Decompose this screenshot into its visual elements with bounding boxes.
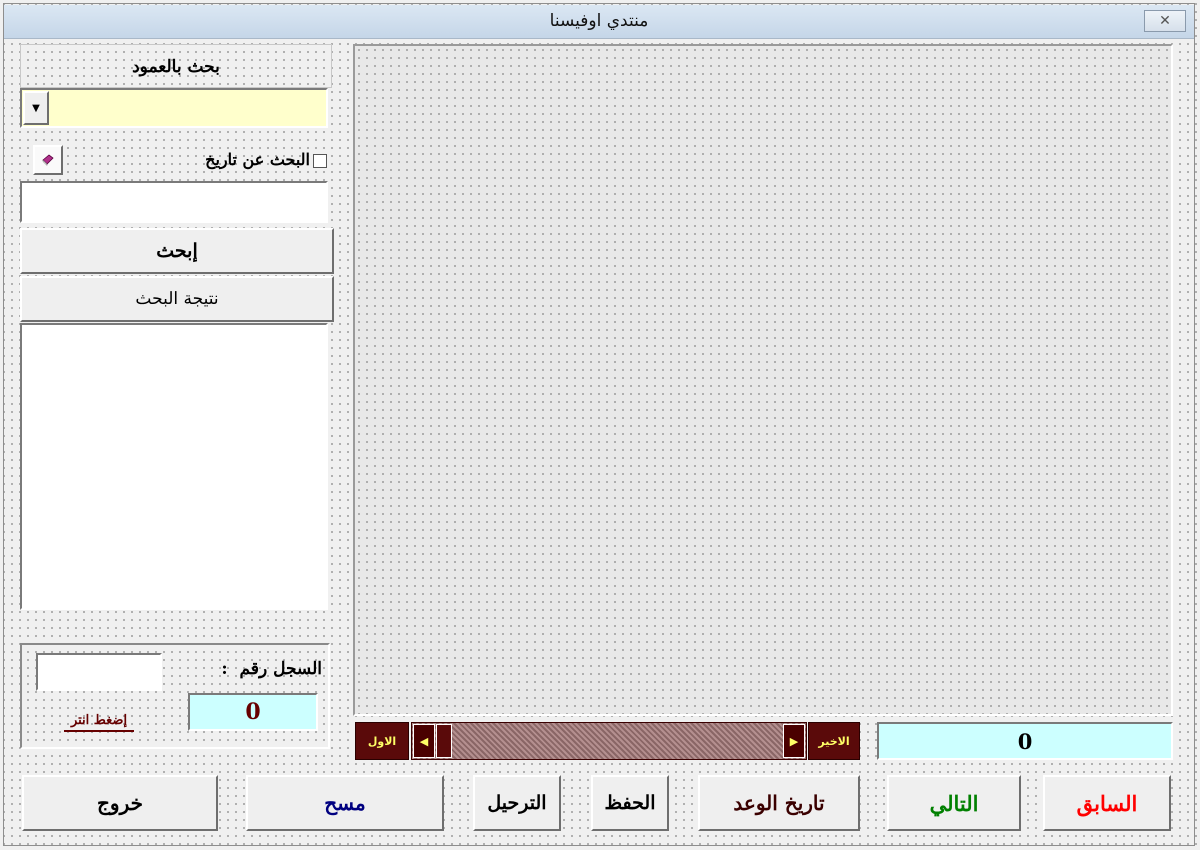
main-content-area (353, 44, 1173, 716)
record-counter: 0 (877, 722, 1173, 760)
scroll-right-button[interactable]: ▶ (783, 724, 805, 758)
last-record-label: الاخير (818, 734, 850, 748)
dropdown-button[interactable]: ▼ (23, 91, 49, 125)
record-number-input[interactable] (36, 653, 162, 691)
press-enter-link[interactable]: إضغط انتر (64, 713, 134, 732)
scroll-left-button[interactable]: ◀ (413, 724, 435, 758)
record-number-label: السجل رقم : (221, 659, 322, 679)
clear-button[interactable]: مسح (246, 775, 444, 831)
window-title: منتدي اوفيسنا (549, 11, 649, 31)
first-record-button[interactable]: الاول (355, 722, 409, 760)
record-number-value: 0 (245, 699, 261, 725)
clear-button-label: مسح (324, 791, 366, 815)
last-record-button[interactable]: الاخير (808, 722, 860, 760)
transfer-button-label: الترحيل (487, 792, 547, 814)
search-result-label: نتيجة البحث (135, 289, 219, 309)
title-bar: منتدي اوفيسنا ✕ (4, 5, 1194, 39)
column-search-combobox[interactable]: ▼ (20, 88, 328, 128)
chevron-down-icon: ▼ (32, 102, 40, 114)
scroll-thumb[interactable] (436, 724, 452, 758)
close-icon: ✕ (1159, 13, 1171, 29)
next-button-label: التالي (929, 790, 979, 816)
previous-button[interactable]: السابق (1043, 775, 1171, 831)
exit-button-label: خروج (97, 791, 143, 815)
column-search-header: بحث بالعمود (20, 44, 332, 88)
close-button[interactable]: ✕ (1144, 10, 1186, 32)
date-search-label: البحث عن تاريخ (205, 150, 310, 169)
save-button[interactable]: الحفظ (591, 775, 669, 831)
previous-button-label: السابق (1076, 790, 1138, 816)
next-button[interactable]: التالي (887, 775, 1021, 831)
search-button-label: إبحث (156, 240, 198, 262)
column-search-label: بحث بالعمود (132, 57, 220, 77)
record-panel: السجل رقم : 0 إضغط انتر (20, 643, 330, 749)
appointment-date-button[interactable]: تاريخ الوعد (698, 775, 860, 831)
first-record-label: الاول (367, 734, 397, 748)
left-arrow-icon: ◀ (419, 734, 429, 748)
record-number-display: 0 (188, 693, 318, 731)
save-button-label: الحفظ (604, 792, 656, 814)
right-arrow-icon: ▶ (789, 734, 799, 748)
exit-button[interactable]: خروج (22, 775, 218, 831)
transfer-button[interactable]: الترحيل (473, 775, 561, 831)
record-scrollbar[interactable]: ◀ ▶ (411, 722, 807, 760)
calendar-button[interactable] (33, 145, 63, 175)
date-search-checkbox[interactable] (313, 154, 327, 168)
record-counter-value: 0 (1017, 728, 1033, 754)
search-result-header: نتيجة البحث (20, 276, 334, 322)
search-button[interactable]: إبحث (20, 228, 334, 274)
date-input[interactable] (20, 181, 328, 223)
search-result-list[interactable] (20, 323, 328, 610)
calendar-book-icon (42, 154, 54, 166)
appointment-date-button-label: تاريخ الوعد (733, 791, 825, 815)
